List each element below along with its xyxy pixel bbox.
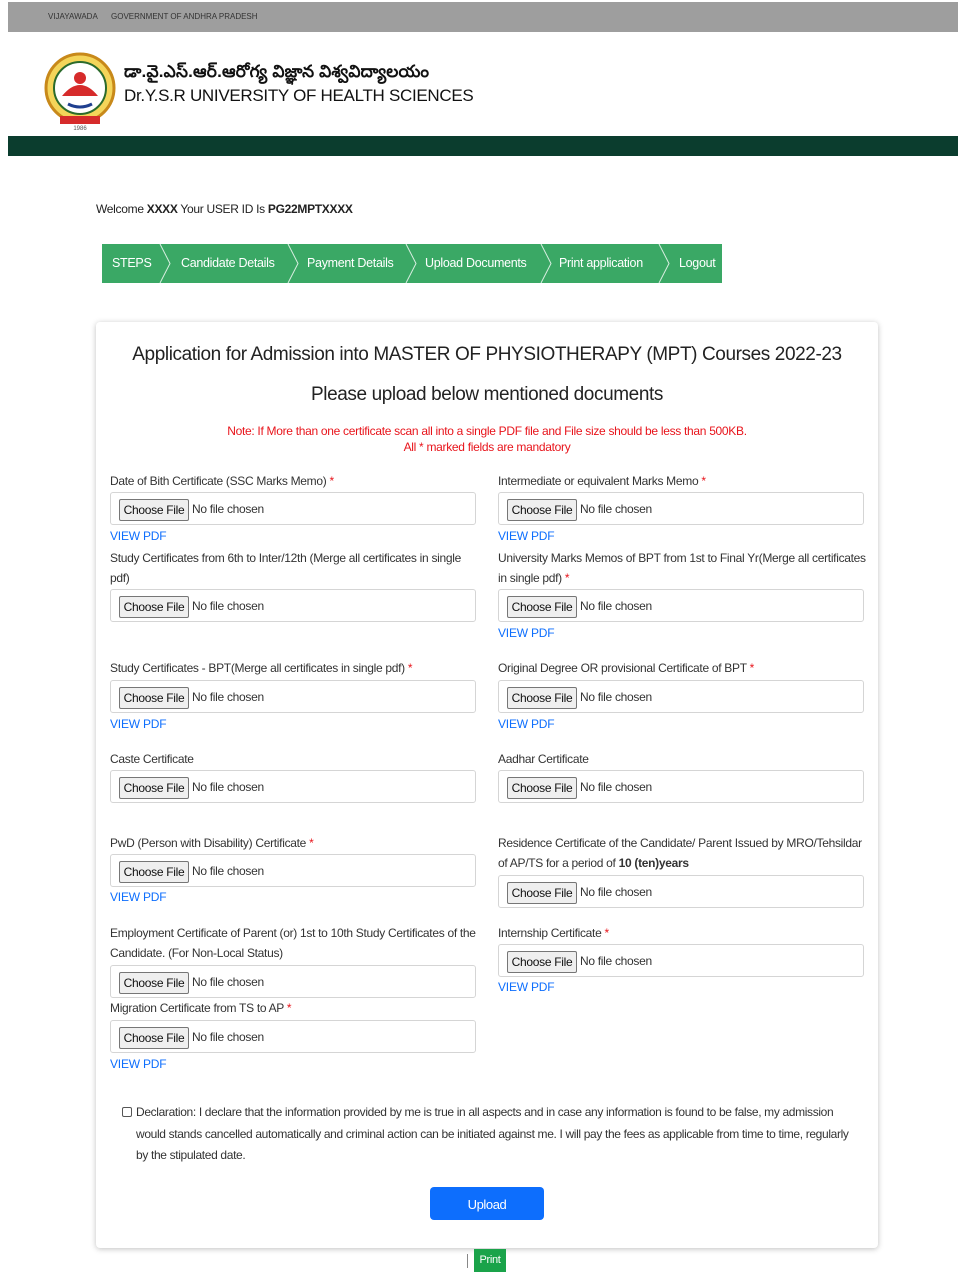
file-input-degree[interactable]: Choose File No file chosen: [498, 680, 864, 713]
topbar-city: VIJAYAWADA: [48, 12, 98, 21]
choose-file-button[interactable]: Choose File: [119, 777, 189, 799]
print-button[interactable]: Print: [474, 1249, 506, 1272]
file-input-aadhar[interactable]: Choose File No file chosen: [498, 770, 864, 803]
view-pdf-link-degree[interactable]: VIEW PDF: [498, 717, 555, 731]
choose-file-button[interactable]: Choose File: [119, 499, 189, 521]
view-pdf-link-internship[interactable]: VIEW PDF: [498, 980, 555, 994]
label-caste-certificate: Caste Certificate: [110, 752, 194, 766]
university-name-telugu: డా.వై.ఎస్.ఆర్.ఆరోగ్య విజ్ఞాన విశ్వవిద్యా…: [124, 62, 430, 81]
view-pdf-link-study-bpt[interactable]: VIEW PDF: [110, 717, 167, 731]
declaration-checkbox[interactable]: [122, 1107, 132, 1117]
label-pwd-certificate: PwD (Person with Disability) Certificate…: [110, 836, 314, 850]
header-green-bar: [8, 136, 958, 156]
choose-file-button[interactable]: Choose File: [507, 777, 577, 799]
no-file-text: No file chosen: [580, 599, 652, 613]
form-note: Note: If More than one certificate scan …: [227, 424, 747, 438]
choose-file-button[interactable]: Choose File: [119, 596, 189, 618]
no-file-text: No file chosen: [580, 502, 652, 516]
no-file-text: No file chosen: [192, 864, 264, 878]
form-subtitle: Please upload below mentioned documents: [311, 384, 663, 405]
step-label: STEPS: [112, 256, 152, 270]
step-print-application[interactable]: Print application: [559, 244, 643, 283]
label-employment-certificate: Employment Certificate of Parent (or) 1s…: [110, 926, 476, 960]
site-header: 1986 డా.వై.ఎస్.ఆర్.ఆరోగ్య విజ్ఞాన విశ్వవ…: [8, 32, 958, 136]
no-file-text: No file chosen: [192, 599, 264, 613]
no-file-text: No file chosen: [192, 502, 264, 516]
label-study-bpt: Study Certificates - BPT(Merge all certi…: [110, 661, 413, 675]
file-input-migration[interactable]: Choose File No file chosen: [110, 1020, 476, 1053]
form-title: Application for Admission into MASTER OF…: [132, 344, 842, 365]
chevron-right-icon: [287, 244, 299, 283]
label-migration-certificate: Migration Certificate from TS to AP *: [110, 1001, 292, 1015]
no-file-text: No file chosen: [580, 885, 652, 899]
step-candidate-details[interactable]: Candidate Details: [181, 244, 275, 283]
top-bar: VIJAYAWADA GOVERNMENT OF ANDHRA PRADESH: [8, 2, 958, 32]
chevron-right-icon: [405, 244, 417, 283]
choose-file-button[interactable]: Choose File: [507, 499, 577, 521]
declaration-text: Declaration: I declare that the informat…: [136, 1105, 849, 1162]
label-intermediate-memo: Intermediate or equivalent Marks Memo *: [498, 474, 706, 488]
no-file-text: No file chosen: [580, 954, 652, 968]
view-pdf-link-dob[interactable]: VIEW PDF: [110, 529, 167, 543]
step-payment-details[interactable]: Payment Details: [307, 244, 394, 283]
file-input-intermediate[interactable]: Choose File No file chosen: [498, 492, 864, 525]
choose-file-button[interactable]: Choose File: [119, 687, 189, 709]
file-input-caste[interactable]: Choose File No file chosen: [110, 770, 476, 803]
file-input-employment[interactable]: Choose File No file chosen: [110, 965, 476, 998]
no-file-text: No file chosen: [192, 1030, 264, 1044]
mandatory-note: All * marked fields are mandatory: [403, 440, 571, 454]
label-residence-certificate: Residence Certificate of the Candidate/ …: [498, 836, 862, 870]
choose-file-button[interactable]: Choose File: [119, 861, 189, 883]
label-bpt-marks-memo: University Marks Memos of BPT from 1st t…: [498, 551, 866, 585]
chevron-right-icon: [159, 244, 171, 283]
chevron-right-icon: [540, 244, 552, 283]
no-file-text: No file chosen: [192, 780, 264, 794]
choose-file-button[interactable]: Choose File: [507, 951, 577, 973]
upload-form-card: Application for Admission into MASTER OF…: [96, 322, 878, 1248]
choose-file-button[interactable]: Choose File: [507, 882, 577, 904]
view-pdf-link-pwd[interactable]: VIEW PDF: [110, 890, 167, 904]
file-input-study-bpt[interactable]: Choose File No file chosen: [110, 680, 476, 713]
choose-file-button[interactable]: Choose File: [507, 596, 577, 618]
university-logo-icon: 1986: [44, 52, 116, 132]
step-upload-documents[interactable]: Upload Documents: [425, 244, 527, 283]
label-study-6th-12th: Study Certificates from 6th to Inter/12t…: [110, 551, 461, 585]
no-file-text: No file chosen: [192, 975, 264, 989]
label-dob-certificate: Date of Bith Certificate (SSC Marks Memo…: [110, 474, 334, 488]
no-file-text: No file chosen: [580, 690, 652, 704]
welcome-userid: PG22MPTXXXX: [267, 202, 353, 216]
no-file-text: No file chosen: [580, 780, 652, 794]
file-input-internship[interactable]: Choose File No file chosen: [498, 944, 864, 977]
welcome-text: Welcome XXXX Your USER ID Is PG22MPTXXXX: [96, 202, 353, 216]
view-pdf-link-migration[interactable]: VIEW PDF: [110, 1057, 167, 1071]
file-input-pwd[interactable]: Choose File No file chosen: [110, 854, 476, 887]
file-input-residence[interactable]: Choose File No file chosen: [498, 875, 864, 908]
file-input-dob[interactable]: Choose File No file chosen: [110, 492, 476, 525]
file-input-study-6th-12th[interactable]: Choose File No file chosen: [110, 589, 476, 622]
label-internship-certificate: Internship Certificate *: [498, 926, 609, 940]
steps-nav: STEPS Candidate Details Payment Details …: [102, 244, 722, 283]
choose-file-button[interactable]: Choose File: [119, 1027, 189, 1049]
topbar-gov: GOVERNMENT OF ANDHRA PRADESH: [111, 12, 258, 21]
no-file-text: No file chosen: [192, 690, 264, 704]
logo-year: 1986: [73, 126, 87, 132]
view-pdf-link-bpt-marks[interactable]: VIEW PDF: [498, 626, 555, 640]
view-pdf-link-intermediate[interactable]: VIEW PDF: [498, 529, 555, 543]
file-input-bpt-marks[interactable]: Choose File No file chosen: [498, 589, 864, 622]
label-aadhar-certificate: Aadhar Certificate: [498, 752, 589, 766]
welcome-user: XXXX: [146, 202, 178, 216]
chevron-right-icon: [658, 244, 670, 283]
footer-separator: [467, 1254, 468, 1268]
choose-file-button[interactable]: Choose File: [507, 687, 577, 709]
label-degree-certificate: Original Degree OR provisional Certifica…: [498, 661, 754, 675]
university-name-english: Dr.Y.S.R UNIVERSITY OF HEALTH SCIENCES: [124, 86, 474, 105]
step-logout[interactable]: Logout: [679, 244, 716, 283]
choose-file-button[interactable]: Choose File: [119, 972, 189, 994]
upload-certificates-button[interactable]: Upload Certificates: [430, 1187, 544, 1245]
